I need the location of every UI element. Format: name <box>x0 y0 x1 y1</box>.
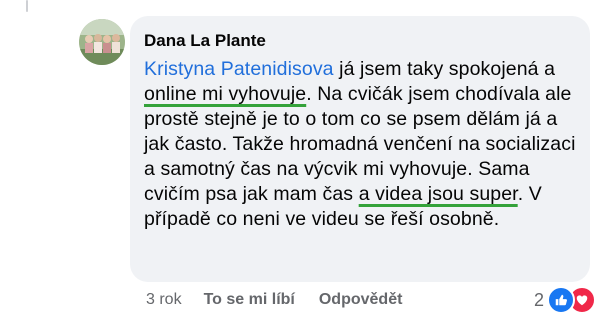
comment-author[interactable]: Dana La Plante <box>144 30 576 52</box>
avatar-photo <box>79 19 125 65</box>
reply-button[interactable]: Odpovědět <box>319 291 403 309</box>
comment-text-part: já jsem taky spokojená a <box>333 58 556 80</box>
highlighted-phrase: online mi vyhovuje <box>144 83 307 105</box>
comment-actions: 3 rok To se mi líbí Odpovědět <box>146 291 402 309</box>
thread-connector-line <box>26 0 28 12</box>
avatar[interactable] <box>79 19 125 65</box>
comment-text: Kristyna Patenidisova já jsem taky spoko… <box>144 57 576 232</box>
comment-bubble: Dana La Plante Kristyna Patenidisova já … <box>130 16 590 282</box>
reactions-summary[interactable]: 2 <box>534 286 596 314</box>
reaction-count: 2 <box>533 289 544 310</box>
like-icon <box>547 286 575 314</box>
like-button[interactable]: To se mi líbí <box>204 291 295 309</box>
mention-link[interactable]: Kristyna Patenidisova <box>144 58 334 80</box>
highlighted-phrase: a videa jsou super <box>358 183 518 205</box>
comment-age[interactable]: 3 rok <box>146 291 182 309</box>
